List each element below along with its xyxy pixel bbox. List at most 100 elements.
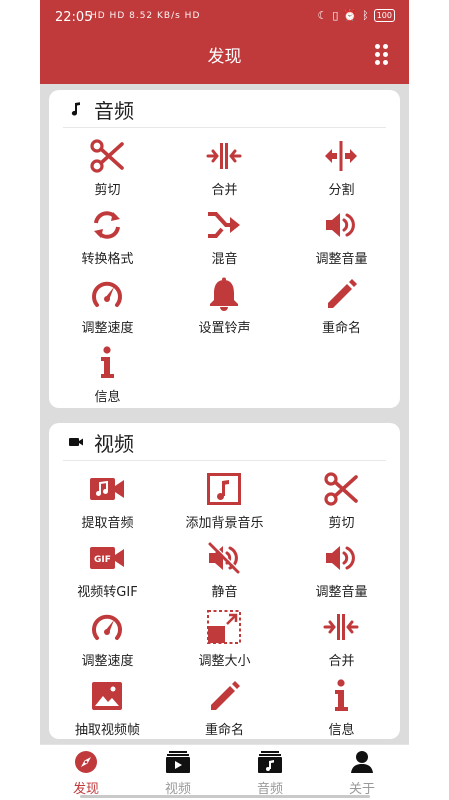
volume-icon xyxy=(323,540,359,576)
video-section: 视频 提取音频 添加背景音乐 剪切 GIF 视频转GIF 静音 调整音量 调整速… xyxy=(49,423,400,739)
app-screen: 22:05 HD HD 8.52 KB/s HD ☾ ▯ ⏰ ᛒ 100 发现 xyxy=(40,0,409,800)
audio-section: 音频 剪切 合并 分割 转换格式 混音 调整音量 调整速度 设置铃声 重命名 信… xyxy=(49,90,400,408)
video-rename-button[interactable]: 重命名 xyxy=(166,678,283,740)
battery-icon: 100 xyxy=(373,9,395,22)
pencil-icon xyxy=(323,276,359,312)
item-label: 调整速度 xyxy=(81,321,134,336)
video-info-button[interactable]: 信息 xyxy=(283,678,400,740)
item-label: 信息 xyxy=(328,723,355,738)
merge-icon xyxy=(206,138,242,174)
item-label: 转换格式 xyxy=(81,252,134,267)
item-label: 调整音量 xyxy=(315,252,368,267)
split-icon xyxy=(323,138,359,174)
audio-section-title: 音频 xyxy=(94,99,134,123)
audio-rename-button[interactable]: 重命名 xyxy=(283,276,400,338)
item-label: 重命名 xyxy=(321,321,361,336)
volume-icon xyxy=(323,207,359,243)
divider xyxy=(63,127,386,128)
moon-icon: ☾ xyxy=(317,9,328,22)
status-time: 22:05 xyxy=(55,10,93,25)
audio-speed-button[interactable]: 调整速度 xyxy=(49,276,166,338)
item-label: 添加背景音乐 xyxy=(185,516,264,531)
item-label: 重命名 xyxy=(204,723,244,738)
audio-cut-button[interactable]: 剪切 xyxy=(49,138,166,200)
video-cut-button[interactable]: 剪切 xyxy=(283,471,400,533)
video-mute-button[interactable]: 静音 xyxy=(166,540,283,602)
dot-icon xyxy=(375,44,380,49)
video-section-title: 视频 xyxy=(94,432,134,456)
home-indicator xyxy=(80,795,370,798)
audio-ringtone-button[interactable]: 设置铃声 xyxy=(166,276,283,338)
speed-icon xyxy=(89,609,125,645)
item-label: 视频转GIF xyxy=(77,585,138,600)
item-label: 抽取视频帧 xyxy=(74,723,140,738)
page-title: 发现 xyxy=(207,47,242,67)
alarm-icon: ⏰ xyxy=(343,9,358,22)
video-extract-audio-button[interactable]: 提取音频 xyxy=(49,471,166,533)
video-volume-button[interactable]: 调整音量 xyxy=(283,540,400,602)
item-label: 设置铃声 xyxy=(198,321,251,336)
item-label: 分割 xyxy=(328,183,355,198)
scissors-icon xyxy=(89,138,125,174)
mute-icon xyxy=(206,540,242,576)
music-note-icon xyxy=(71,102,80,116)
video-speed-button[interactable]: 调整速度 xyxy=(49,609,166,671)
audio-section-header: 音频 xyxy=(49,90,400,128)
mix-icon xyxy=(206,207,242,243)
video-folder-icon xyxy=(166,751,190,773)
bell-icon xyxy=(206,276,242,312)
video-add-bgm-button[interactable]: 添加背景音乐 xyxy=(166,471,283,533)
extract-audio-icon xyxy=(89,471,125,507)
status-bar: 22:05 HD HD 8.52 KB/s HD ☾ ▯ ⏰ ᛒ 100 xyxy=(40,0,409,34)
item-label: 混音 xyxy=(211,252,238,267)
item-label: 静音 xyxy=(211,585,238,600)
status-network: HD HD 8.52 KB/s HD xyxy=(90,11,201,21)
bottom-nav: 发现 视频 音频 关于 xyxy=(40,744,409,800)
audio-convert-button[interactable]: 转换格式 xyxy=(49,207,166,269)
info-icon xyxy=(89,345,125,381)
vibrate-icon: ▯ xyxy=(332,9,339,22)
audio-mix-button[interactable]: 混音 xyxy=(166,207,283,269)
more-menu-button[interactable] xyxy=(375,44,389,66)
item-label: 提取音频 xyxy=(81,516,134,531)
status-icons: ☾ ▯ ⏰ ᛒ 100 xyxy=(317,9,395,22)
audio-merge-button[interactable]: 合并 xyxy=(166,138,283,200)
audio-volume-button[interactable]: 调整音量 xyxy=(283,207,400,269)
speed-icon xyxy=(89,276,125,312)
video-camera-icon xyxy=(69,438,83,446)
video-resize-button[interactable]: 调整大小 xyxy=(166,609,283,671)
dot-icon xyxy=(383,44,388,49)
audio-info-button[interactable]: 信息 xyxy=(49,345,166,407)
item-label: 剪切 xyxy=(94,183,121,198)
dot-icon xyxy=(383,60,388,65)
svg-text:GIF: GIF xyxy=(94,555,111,565)
tab-about[interactable]: 关于 xyxy=(316,745,408,800)
person-icon xyxy=(351,751,373,773)
item-label: 剪切 xyxy=(328,516,355,531)
item-label: 信息 xyxy=(94,390,121,405)
video-merge-button[interactable]: 合并 xyxy=(283,609,400,671)
tab-video[interactable]: 视频 xyxy=(132,745,224,800)
video-section-header: 视频 xyxy=(49,423,400,461)
bluetooth-icon: ᛒ xyxy=(362,9,369,22)
video-extract-frame-button[interactable]: 抽取视频帧 xyxy=(49,678,166,740)
dot-icon xyxy=(375,52,380,57)
item-label: 调整速度 xyxy=(81,654,134,669)
convert-icon xyxy=(89,207,125,243)
audio-split-button[interactable]: 分割 xyxy=(283,138,400,200)
tab-audio[interactable]: 音频 xyxy=(224,745,316,800)
item-label: 合并 xyxy=(211,183,238,198)
tab-discover[interactable]: 发现 xyxy=(40,745,132,800)
scissors-icon xyxy=(323,471,359,507)
resize-icon xyxy=(206,609,242,645)
dot-icon xyxy=(383,52,388,57)
image-icon xyxy=(89,678,125,714)
video-to-gif-button[interactable]: GIF 视频转GIF xyxy=(49,540,166,602)
info-icon xyxy=(323,678,359,714)
item-label: 调整音量 xyxy=(315,585,368,600)
dot-icon xyxy=(375,60,380,65)
item-label: 合并 xyxy=(328,654,355,669)
divider xyxy=(63,460,386,461)
item-label: 调整大小 xyxy=(198,654,251,669)
app-header: 22:05 HD HD 8.52 KB/s HD ☾ ▯ ⏰ ᛒ 100 发现 xyxy=(40,0,409,84)
